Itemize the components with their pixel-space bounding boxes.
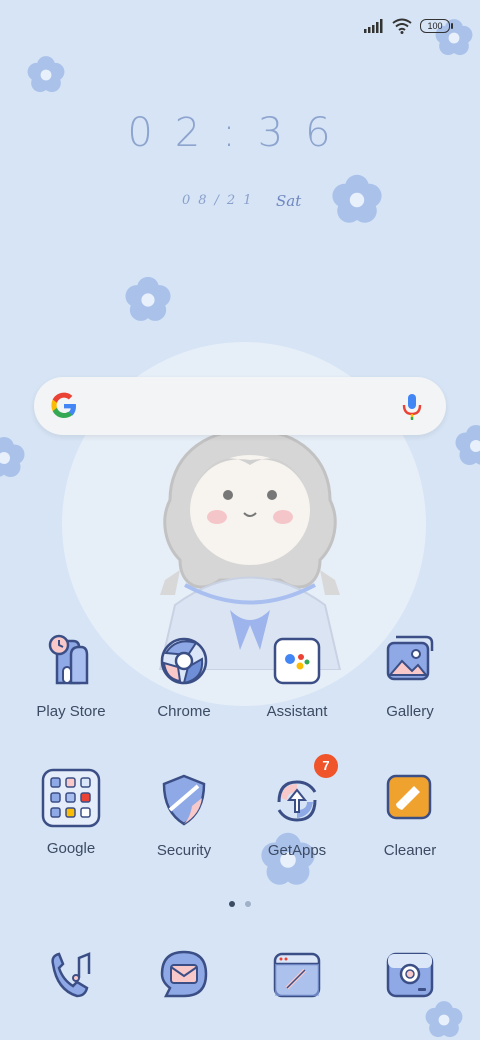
app-label: Assistant [266,703,328,720]
app-chrome[interactable]: Chrome [129,633,239,720]
status-bar: 100 [364,18,453,34]
app-play-store[interactable]: Play Store [16,633,126,720]
getapps-icon [277,780,317,822]
camera-icon [386,952,434,998]
google-g-icon [51,392,76,418]
app-security[interactable]: Security [129,772,239,859]
messages-icon [160,950,208,998]
dock-camera[interactable] [355,948,465,1004]
app-google-folder[interactable]: Google [16,768,126,857]
app-cleaner[interactable]: Cleaner [355,772,465,859]
play-store-icon [48,634,89,685]
browser-icon [273,952,321,998]
app-label: Gallery [386,703,434,720]
clock-date: 08/21 [182,193,260,208]
signal-icon [364,19,383,33]
clock-time[interactable]: 02:36 [0,110,480,156]
app-gallery[interactable]: Gallery [355,633,465,720]
page-indicator-active[interactable] [229,901,235,907]
page-indicator-inactive[interactable] [245,901,251,907]
app-label: GetApps [267,842,327,859]
security-icon [162,774,206,826]
battery-indicator: 100 [420,19,453,33]
app-label: Cleaner [383,842,437,859]
chrome-icon [160,637,208,685]
wifi-icon [392,18,412,34]
google-search-bar[interactable] [34,377,446,435]
cleaner-icon [386,774,432,820]
notification-badge: 7 [314,754,338,778]
app-getapps[interactable]: GetApps 7 [242,754,352,859]
phone-icon [51,952,91,998]
app-label: Security [156,842,212,859]
microphone-icon[interactable] [402,393,422,421]
dock-browser[interactable] [242,948,352,1004]
app-label: Play Store [36,703,106,720]
gallery-icon [386,635,434,681]
dock-phone[interactable] [16,948,126,1004]
app-label: Google [46,840,96,857]
app-label: Chrome [157,703,211,720]
dock-messages[interactable] [129,948,239,1004]
assistant-icon [273,637,321,685]
clock-day: Sat [276,192,302,210]
google-folder-icon [41,768,101,828]
app-assistant[interactable]: Assistant [242,633,352,720]
